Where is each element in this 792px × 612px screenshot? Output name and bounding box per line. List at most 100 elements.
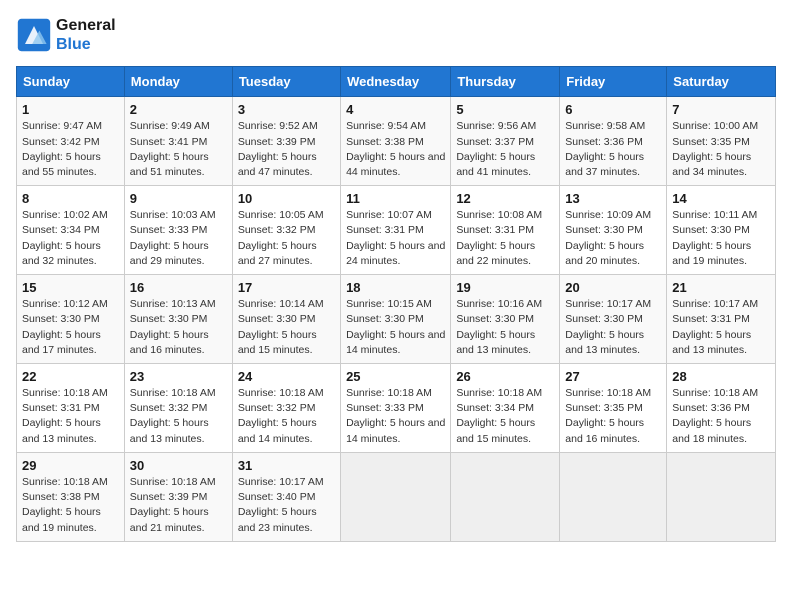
calendar-day-cell: 15 Sunrise: 10:12 AMSunset: 3:30 PMDaylig… bbox=[17, 275, 125, 364]
calendar-day-cell: 5 Sunrise: 9:56 AMSunset: 3:37 PMDaylight… bbox=[451, 97, 560, 186]
calendar-week-row: 1 Sunrise: 9:47 AMSunset: 3:42 PMDaylight… bbox=[17, 97, 776, 186]
day-info: Sunrise: 10:02 AMSunset: 3:34 PMDaylight… bbox=[22, 208, 119, 269]
calendar-day-cell: 21 Sunrise: 10:17 AMSunset: 3:31 PMDaylig… bbox=[667, 275, 776, 364]
day-info: Sunrise: 10:18 AMSunset: 3:39 PMDaylight… bbox=[130, 475, 227, 536]
calendar-day-cell: 27 Sunrise: 10:18 AMSunset: 3:35 PMDaylig… bbox=[560, 364, 667, 453]
day-info: Sunrise: 10:18 AMSunset: 3:38 PMDaylight… bbox=[22, 475, 119, 536]
day-info: Sunrise: 9:49 AMSunset: 3:41 PMDaylight:… bbox=[130, 119, 227, 180]
calendar-week-row: 22 Sunrise: 10:18 AMSunset: 3:31 PMDaylig… bbox=[17, 364, 776, 453]
day-number: 5 bbox=[456, 102, 554, 117]
calendar-day-cell: 22 Sunrise: 10:18 AMSunset: 3:31 PMDaylig… bbox=[17, 364, 125, 453]
day-number: 14 bbox=[672, 191, 770, 206]
day-number: 24 bbox=[238, 369, 335, 384]
logo-icon bbox=[16, 17, 52, 53]
day-number: 28 bbox=[672, 369, 770, 384]
day-info: Sunrise: 9:58 AMSunset: 3:36 PMDaylight:… bbox=[565, 119, 661, 180]
day-info: Sunrise: 10:08 AMSunset: 3:31 PMDaylight… bbox=[456, 208, 554, 269]
calendar-day-cell bbox=[341, 452, 451, 541]
day-number: 15 bbox=[22, 280, 119, 295]
day-info: Sunrise: 10:18 AMSunset: 3:33 PMDaylight… bbox=[346, 386, 445, 447]
calendar-week-row: 15 Sunrise: 10:12 AMSunset: 3:30 PMDaylig… bbox=[17, 275, 776, 364]
day-info: Sunrise: 10:18 AMSunset: 3:35 PMDaylight… bbox=[565, 386, 661, 447]
day-number: 22 bbox=[22, 369, 119, 384]
calendar-day-cell: 14 Sunrise: 10:11 AMSunset: 3:30 PMDaylig… bbox=[667, 186, 776, 275]
calendar-day-cell bbox=[560, 452, 667, 541]
day-number: 2 bbox=[130, 102, 227, 117]
day-of-week-header: Thursday bbox=[451, 67, 560, 97]
calendar-day-cell: 7 Sunrise: 10:00 AMSunset: 3:35 PMDayligh… bbox=[667, 97, 776, 186]
day-info: Sunrise: 10:07 AMSunset: 3:31 PMDaylight… bbox=[346, 208, 445, 269]
calendar-day-cell: 28Sunrise: 10:18 AMSunset: 3:36 PMDaylig… bbox=[667, 364, 776, 453]
logo-text: General Blue bbox=[56, 16, 116, 54]
day-info: Sunrise: 10:17 AMSunset: 3:31 PMDaylight… bbox=[672, 297, 770, 358]
calendar-day-cell: 16 Sunrise: 10:13 AMSunset: 3:30 PMDaylig… bbox=[124, 275, 232, 364]
day-info: Sunrise: 10:11 AMSunset: 3:30 PMDaylight… bbox=[672, 208, 770, 269]
day-number: 11 bbox=[346, 191, 445, 206]
day-info: Sunrise: 10:16 AMSunset: 3:30 PMDaylight… bbox=[456, 297, 554, 358]
calendar-week-row: 29 Sunrise: 10:18 AMSunset: 3:38 PMDaylig… bbox=[17, 452, 776, 541]
day-number: 27 bbox=[565, 369, 661, 384]
calendar-week-row: 8 Sunrise: 10:02 AMSunset: 3:34 PMDayligh… bbox=[17, 186, 776, 275]
day-number: 1 bbox=[22, 102, 119, 117]
day-number: 16 bbox=[130, 280, 227, 295]
day-info: Sunrise: 10:05 AMSunset: 3:32 PMDaylight… bbox=[238, 208, 335, 269]
day-info: Sunrise: 10:12 AMSunset: 3:30 PMDaylight… bbox=[22, 297, 119, 358]
calendar-day-cell: 29 Sunrise: 10:18 AMSunset: 3:38 PMDaylig… bbox=[17, 452, 125, 541]
calendar-day-cell: 11 Sunrise: 10:07 AMSunset: 3:31 PMDaylig… bbox=[341, 186, 451, 275]
page-header: General Blue bbox=[16, 16, 776, 54]
day-number: 7 bbox=[672, 102, 770, 117]
calendar-day-cell: 23Sunrise: 10:18 AMSunset: 3:32 PMDaylig… bbox=[124, 364, 232, 453]
day-number: 4 bbox=[346, 102, 445, 117]
calendar-body: 1 Sunrise: 9:47 AMSunset: 3:42 PMDaylight… bbox=[17, 97, 776, 541]
day-number: 26 bbox=[456, 369, 554, 384]
calendar-day-cell: 20 Sunrise: 10:17 AMSunset: 3:30 PMDaylig… bbox=[560, 275, 667, 364]
calendar-table: SundayMondayTuesdayWednesdayThursdayFrid… bbox=[16, 66, 776, 541]
calendar-day-cell: 12 Sunrise: 10:08 AMSunset: 3:31 PMDaylig… bbox=[451, 186, 560, 275]
day-info: Sunrise: 10:17 AMSunset: 3:30 PMDaylight… bbox=[565, 297, 661, 358]
day-number: 12 bbox=[456, 191, 554, 206]
calendar-day-cell: 19 Sunrise: 10:16 AMSunset: 3:30 PMDaylig… bbox=[451, 275, 560, 364]
day-number: 3 bbox=[238, 102, 335, 117]
calendar-day-cell: 18 Sunrise: 10:15 AMSunset: 3:30 PMDaylig… bbox=[341, 275, 451, 364]
day-number: 10 bbox=[238, 191, 335, 206]
calendar-day-cell: 30Sunrise: 10:18 AMSunset: 3:39 PMDaylig… bbox=[124, 452, 232, 541]
day-of-week-header: Wednesday bbox=[341, 67, 451, 97]
logo: General Blue bbox=[16, 16, 116, 54]
calendar-day-cell: 24 Sunrise: 10:18 AMSunset: 3:32 PMDaylig… bbox=[232, 364, 340, 453]
day-info: Sunrise: 10:03 AMSunset: 3:33 PMDaylight… bbox=[130, 208, 227, 269]
calendar-day-cell: 4 Sunrise: 9:54 AMSunset: 3:38 PMDaylight… bbox=[341, 97, 451, 186]
calendar-day-cell: 9Sunrise: 10:03 AMSunset: 3:33 PMDayligh… bbox=[124, 186, 232, 275]
day-of-week-header: Saturday bbox=[667, 67, 776, 97]
day-info: Sunrise: 10:18 AMSunset: 3:31 PMDaylight… bbox=[22, 386, 119, 447]
day-number: 13 bbox=[565, 191, 661, 206]
calendar-day-cell: 25 Sunrise: 10:18 AMSunset: 3:33 PMDaylig… bbox=[341, 364, 451, 453]
day-number: 19 bbox=[456, 280, 554, 295]
day-info: Sunrise: 9:47 AMSunset: 3:42 PMDaylight:… bbox=[22, 119, 119, 180]
calendar-day-cell: 2 Sunrise: 9:49 AMSunset: 3:41 PMDaylight… bbox=[124, 97, 232, 186]
day-info: Sunrise: 10:18 AMSunset: 3:34 PMDaylight… bbox=[456, 386, 554, 447]
calendar-day-cell bbox=[451, 452, 560, 541]
day-info: Sunrise: 10:17 AMSunset: 3:40 PMDaylight… bbox=[238, 475, 335, 536]
day-info: Sunrise: 10:18 AMSunset: 3:32 PMDaylight… bbox=[238, 386, 335, 447]
day-number: 18 bbox=[346, 280, 445, 295]
calendar-day-cell: 3 Sunrise: 9:52 AMSunset: 3:39 PMDaylight… bbox=[232, 97, 340, 186]
day-of-week-header: Tuesday bbox=[232, 67, 340, 97]
calendar-day-cell: 26 Sunrise: 10:18 AMSunset: 3:34 PMDaylig… bbox=[451, 364, 560, 453]
day-number: 20 bbox=[565, 280, 661, 295]
day-number: 25 bbox=[346, 369, 445, 384]
day-of-week-header: Friday bbox=[560, 67, 667, 97]
day-number: 21 bbox=[672, 280, 770, 295]
calendar-day-cell bbox=[667, 452, 776, 541]
day-number: 29 bbox=[22, 458, 119, 473]
day-info: Sunrise: 10:00 AMSunset: 3:35 PMDaylight… bbox=[672, 119, 770, 180]
day-number: 8 bbox=[22, 191, 119, 206]
day-info: Sunrise: 9:56 AMSunset: 3:37 PMDaylight:… bbox=[456, 119, 554, 180]
day-info: Sunrise: 10:13 AMSunset: 3:30 PMDaylight… bbox=[130, 297, 227, 358]
day-info: Sunrise: 10:18 AMSunset: 3:32 PMDaylight… bbox=[130, 386, 227, 447]
calendar-day-cell: 10 Sunrise: 10:05 AMSunset: 3:32 PMDaylig… bbox=[232, 186, 340, 275]
day-info: Sunrise: 9:52 AMSunset: 3:39 PMDaylight:… bbox=[238, 119, 335, 180]
calendar-header: SundayMondayTuesdayWednesdayThursdayFrid… bbox=[17, 67, 776, 97]
day-info: Sunrise: 9:54 AMSunset: 3:38 PMDaylight:… bbox=[346, 119, 445, 180]
day-info: Sunrise: 10:15 AMSunset: 3:30 PMDaylight… bbox=[346, 297, 445, 358]
calendar-day-cell: 13Sunrise: 10:09 AMSunset: 3:30 PMDaylig… bbox=[560, 186, 667, 275]
